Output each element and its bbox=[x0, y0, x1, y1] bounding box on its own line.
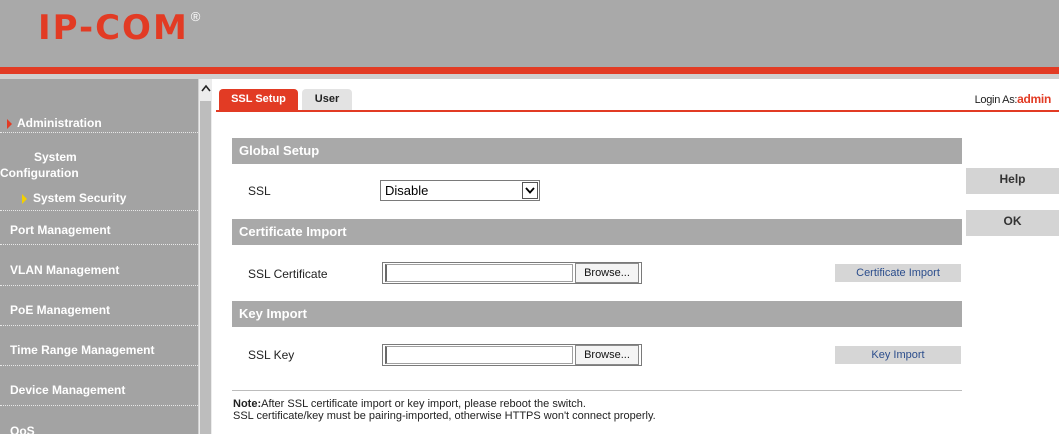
sidebar-item-vlan-management[interactable]: VLAN Management bbox=[0, 253, 198, 286]
sidebar-item-label: VLAN Management bbox=[10, 263, 120, 277]
scrollbar-thumb[interactable] bbox=[200, 101, 211, 434]
sidebar-item-label: Device Management bbox=[10, 383, 126, 397]
ip-com-logo: IP-COM ® bbox=[38, 8, 200, 48]
sidebar-subitem-system-configuration[interactable]: System Configuration bbox=[0, 143, 198, 180]
divider bbox=[0, 365, 198, 366]
divider bbox=[0, 210, 198, 211]
triangle-right-icon bbox=[22, 193, 27, 204]
logo-text: IP-COM bbox=[38, 8, 189, 48]
triangle-right-icon bbox=[7, 118, 12, 129]
ssl-select-value: Disable bbox=[385, 183, 429, 198]
chevron-down-icon[interactable] bbox=[522, 182, 538, 199]
sidebar-item-label: System Configuration bbox=[0, 150, 79, 180]
registered-mark: ® bbox=[190, 9, 201, 24]
certificate-path-field[interactable] bbox=[385, 264, 573, 282]
login-status: Login As:admin bbox=[974, 92, 1052, 106]
note-prefix: Note: bbox=[233, 398, 262, 410]
login-username: admin bbox=[1017, 92, 1051, 106]
ok-button[interactable]: OK bbox=[966, 210, 1059, 236]
tab-bar: SSL Setup User Login As:admin bbox=[216, 88, 1059, 112]
help-button[interactable]: Help bbox=[966, 168, 1059, 194]
divider bbox=[0, 405, 198, 406]
sidebar-scrollbar[interactable] bbox=[198, 79, 212, 434]
app-header: IP-COM ® bbox=[0, 0, 1059, 67]
note-divider bbox=[232, 390, 962, 391]
key-browse-button[interactable]: Browse... bbox=[575, 345, 639, 365]
sidebar-item-label: Port Management bbox=[10, 223, 111, 237]
sidebar-subitem-system-security[interactable]: System Security bbox=[0, 187, 198, 211]
global-setup-header: Global Setup bbox=[232, 138, 962, 164]
note-line-1: After SSL certificate import or key impo… bbox=[261, 398, 586, 410]
sidebar-item-device-management[interactable]: Device Management bbox=[0, 373, 198, 406]
ssl-key-file-input[interactable]: Browse... bbox=[382, 344, 642, 366]
divider bbox=[0, 132, 198, 133]
sidebar-item-qos[interactable]: QoS bbox=[0, 413, 198, 434]
divider bbox=[0, 325, 198, 326]
sidebar-item-label: Time Range Management bbox=[10, 343, 155, 357]
tab-user[interactable]: User bbox=[302, 89, 352, 110]
login-prefix: Login As: bbox=[974, 94, 1018, 106]
sidebar-item-label: QoS bbox=[10, 424, 35, 434]
sidebar-item-poe-management[interactable]: PoE Management bbox=[0, 293, 198, 326]
key-import-header: Key Import bbox=[232, 301, 962, 327]
ssl-certificate-file-input[interactable]: Browse... bbox=[382, 262, 642, 284]
sidebar-item-time-range-management[interactable]: Time Range Management bbox=[0, 333, 198, 366]
ssl-certificate-label: SSL Certificate bbox=[248, 267, 328, 281]
note-text: Note:After SSL certificate import or key… bbox=[233, 398, 656, 422]
sidebar-item-administration[interactable]: Administration bbox=[0, 109, 198, 133]
key-path-field[interactable] bbox=[385, 346, 573, 364]
certificate-browse-button[interactable]: Browse... bbox=[575, 263, 639, 283]
tab-ssl-setup[interactable]: SSL Setup bbox=[219, 89, 298, 110]
sidebar-nav: Administration System Configuration Syst… bbox=[0, 79, 198, 434]
sidebar-item-port-management[interactable]: Port Management bbox=[0, 213, 198, 245]
certificate-import-button[interactable]: Certificate Import bbox=[835, 264, 961, 282]
header-accent-bar bbox=[0, 67, 1059, 74]
divider bbox=[0, 285, 198, 286]
ssl-label: SSL bbox=[248, 184, 271, 198]
sidebar-item-label: System Security bbox=[33, 191, 127, 205]
key-import-button[interactable]: Key Import bbox=[835, 346, 961, 364]
sidebar-item-label: PoE Management bbox=[10, 303, 111, 317]
certificate-import-header: Certificate Import bbox=[232, 219, 962, 245]
ssl-key-label: SSL Key bbox=[248, 348, 295, 362]
chevron-up-icon[interactable] bbox=[199, 79, 213, 97]
ssl-select[interactable]: Disable bbox=[380, 180, 540, 201]
sidebar-item-label: Administration bbox=[17, 116, 102, 130]
divider bbox=[0, 244, 198, 245]
note-line-2: SSL certificate/key must be pairing-impo… bbox=[233, 410, 656, 422]
